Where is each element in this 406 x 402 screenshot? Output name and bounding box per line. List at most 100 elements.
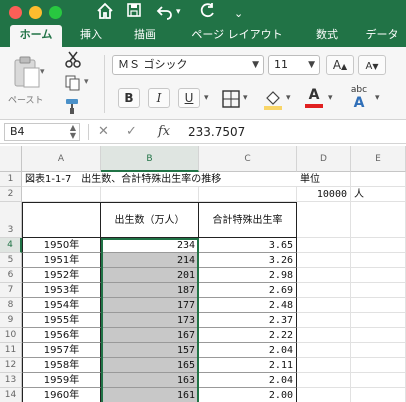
redo-icon[interactable]	[198, 2, 216, 25]
tfr-cell[interactable]: 2.00	[199, 388, 297, 402]
births-cell[interactable]: 167	[101, 328, 199, 343]
tab-formulas[interactable]: 数式	[310, 25, 344, 47]
font-color-dropdown-icon[interactable]: ▾	[328, 93, 333, 103]
year-cell[interactable]: 1958年	[22, 358, 101, 373]
tab-data[interactable]: データ	[360, 25, 404, 47]
row-header-1[interactable]: 1	[0, 172, 22, 187]
tab-draw[interactable]: 描画	[128, 25, 162, 47]
grow-font-button[interactable]: A▲	[326, 55, 354, 75]
shrink-font-button[interactable]: A▼	[358, 55, 386, 75]
grid-cell[interactable]	[351, 313, 406, 328]
grid-cell[interactable]	[351, 283, 406, 298]
year-cell[interactable]: 1952年	[22, 268, 101, 283]
insert-function-icon[interactable]: fx	[158, 123, 170, 141]
grid-cell[interactable]	[351, 388, 406, 402]
row-header-8[interactable]: 8	[0, 298, 22, 313]
year-cell[interactable]: 1955年	[22, 313, 101, 328]
tfr-cell[interactable]: 2.22	[199, 328, 297, 343]
tfr-cell[interactable]: 2.37	[199, 313, 297, 328]
font-color-button[interactable]: A	[304, 86, 324, 108]
bold-button[interactable]: B	[118, 88, 140, 108]
format-painter-icon[interactable]	[64, 97, 82, 119]
tfr-cell[interactable]: 2.48	[199, 298, 297, 313]
row-header-2[interactable]: 2	[0, 187, 22, 202]
year-cell[interactable]: 1959年	[22, 373, 101, 388]
grid-cell[interactable]	[351, 298, 406, 313]
grid-cell[interactable]	[297, 373, 351, 388]
grid-cell[interactable]	[297, 268, 351, 283]
grid-cell[interactable]	[351, 373, 406, 388]
font-size-select[interactable]: 11 ▼	[268, 55, 320, 75]
borders-icon[interactable]	[222, 90, 240, 112]
row-header-6[interactable]: 6	[0, 268, 22, 283]
grid-cell[interactable]	[297, 328, 351, 343]
tfr-cell[interactable]: 2.69	[199, 283, 297, 298]
year-cell[interactable]: 1960年	[22, 388, 101, 402]
row-header-10[interactable]: 10	[0, 328, 22, 343]
row-header-9[interactable]: 9	[0, 313, 22, 328]
column-header-b[interactable]: B	[101, 146, 199, 172]
grid-cell[interactable]	[22, 187, 101, 202]
year-cell[interactable]: 1957年	[22, 343, 101, 358]
row-header-13[interactable]: 13	[0, 373, 22, 388]
customize-icon[interactable]: ⌄	[234, 4, 243, 24]
fill-color-dropdown-icon[interactable]: ▾	[286, 93, 291, 103]
row-header-14[interactable]: 14	[0, 388, 22, 402]
grid-cell[interactable]	[297, 202, 351, 238]
births-cell[interactable]: 163	[101, 373, 199, 388]
grid-cell[interactable]	[297, 358, 351, 373]
column-header-d[interactable]: D	[297, 146, 351, 172]
year-cell[interactable]: 1956年	[22, 328, 101, 343]
select-all-corner[interactable]	[0, 146, 22, 172]
column-header-a[interactable]: A	[22, 146, 101, 172]
tab-home[interactable]: ホーム	[10, 25, 62, 47]
births-cell[interactable]: 177	[101, 298, 199, 313]
fill-color-icon[interactable]	[262, 88, 284, 114]
column-header-e[interactable]: E	[351, 146, 406, 172]
row-header-11[interactable]: 11	[0, 343, 22, 358]
tab-insert[interactable]: 挿入	[74, 25, 108, 47]
grid-cell[interactable]	[297, 253, 351, 268]
underline-button[interactable]: U	[178, 88, 200, 108]
births-cell[interactable]: 187	[101, 283, 199, 298]
row-header-5[interactable]: 5	[0, 253, 22, 268]
grid-cell[interactable]	[351, 202, 406, 238]
births-cell[interactable]: 173	[101, 313, 199, 328]
row-header-12[interactable]: 12	[0, 358, 22, 373]
row-header-4[interactable]: 4	[0, 238, 22, 253]
grid-cell[interactable]	[297, 283, 351, 298]
grid-cell[interactable]	[199, 187, 297, 202]
close-window-button[interactable]	[9, 6, 22, 19]
grid-cell[interactable]	[351, 358, 406, 373]
grid-cell[interactable]	[351, 172, 406, 187]
tfr-cell[interactable]: 2.11	[199, 358, 297, 373]
font-name-select[interactable]: ＭＳ ゴシック ▼	[112, 55, 264, 75]
grid-cell[interactable]	[351, 328, 406, 343]
year-cell[interactable]: 1954年	[22, 298, 101, 313]
births-cell[interactable]: 165	[101, 358, 199, 373]
column-header-c[interactable]: C	[199, 146, 297, 172]
births-cell[interactable]: 157	[101, 343, 199, 358]
births-cell[interactable]: 234	[101, 238, 199, 253]
tab-page-layout[interactable]: ページ レイアウト	[184, 25, 290, 47]
grid-cell[interactable]	[351, 253, 406, 268]
phonetic-button[interactable]: abc A	[346, 85, 372, 113]
year-cell[interactable]: 1951年	[22, 253, 101, 268]
spreadsheet-grid[interactable]: ABCDE123456789101112131415図表1-1-7 出生数、合計…	[0, 146, 406, 402]
cut-icon[interactable]	[64, 51, 82, 73]
grid-cell[interactable]	[297, 388, 351, 402]
grid-cell[interactable]	[297, 313, 351, 328]
copy-dropdown-icon[interactable]: ▾	[84, 77, 89, 87]
tfr-cell[interactable]: 3.65	[199, 238, 297, 253]
grid-cell[interactable]	[351, 238, 406, 253]
cancel-icon[interactable]: ✕	[98, 123, 109, 141]
grid-cell[interactable]	[297, 298, 351, 313]
tfr-cell[interactable]: 2.04	[199, 343, 297, 358]
grid-cell[interactable]	[101, 187, 199, 202]
copy-icon[interactable]	[64, 74, 82, 96]
tfr-cell[interactable]: 2.98	[199, 268, 297, 283]
borders-dropdown-icon[interactable]: ▾	[243, 93, 248, 103]
phonetic-dropdown-icon[interactable]: ▾	[375, 93, 380, 103]
undo-icon[interactable]	[156, 2, 174, 25]
row-header-7[interactable]: 7	[0, 283, 22, 298]
